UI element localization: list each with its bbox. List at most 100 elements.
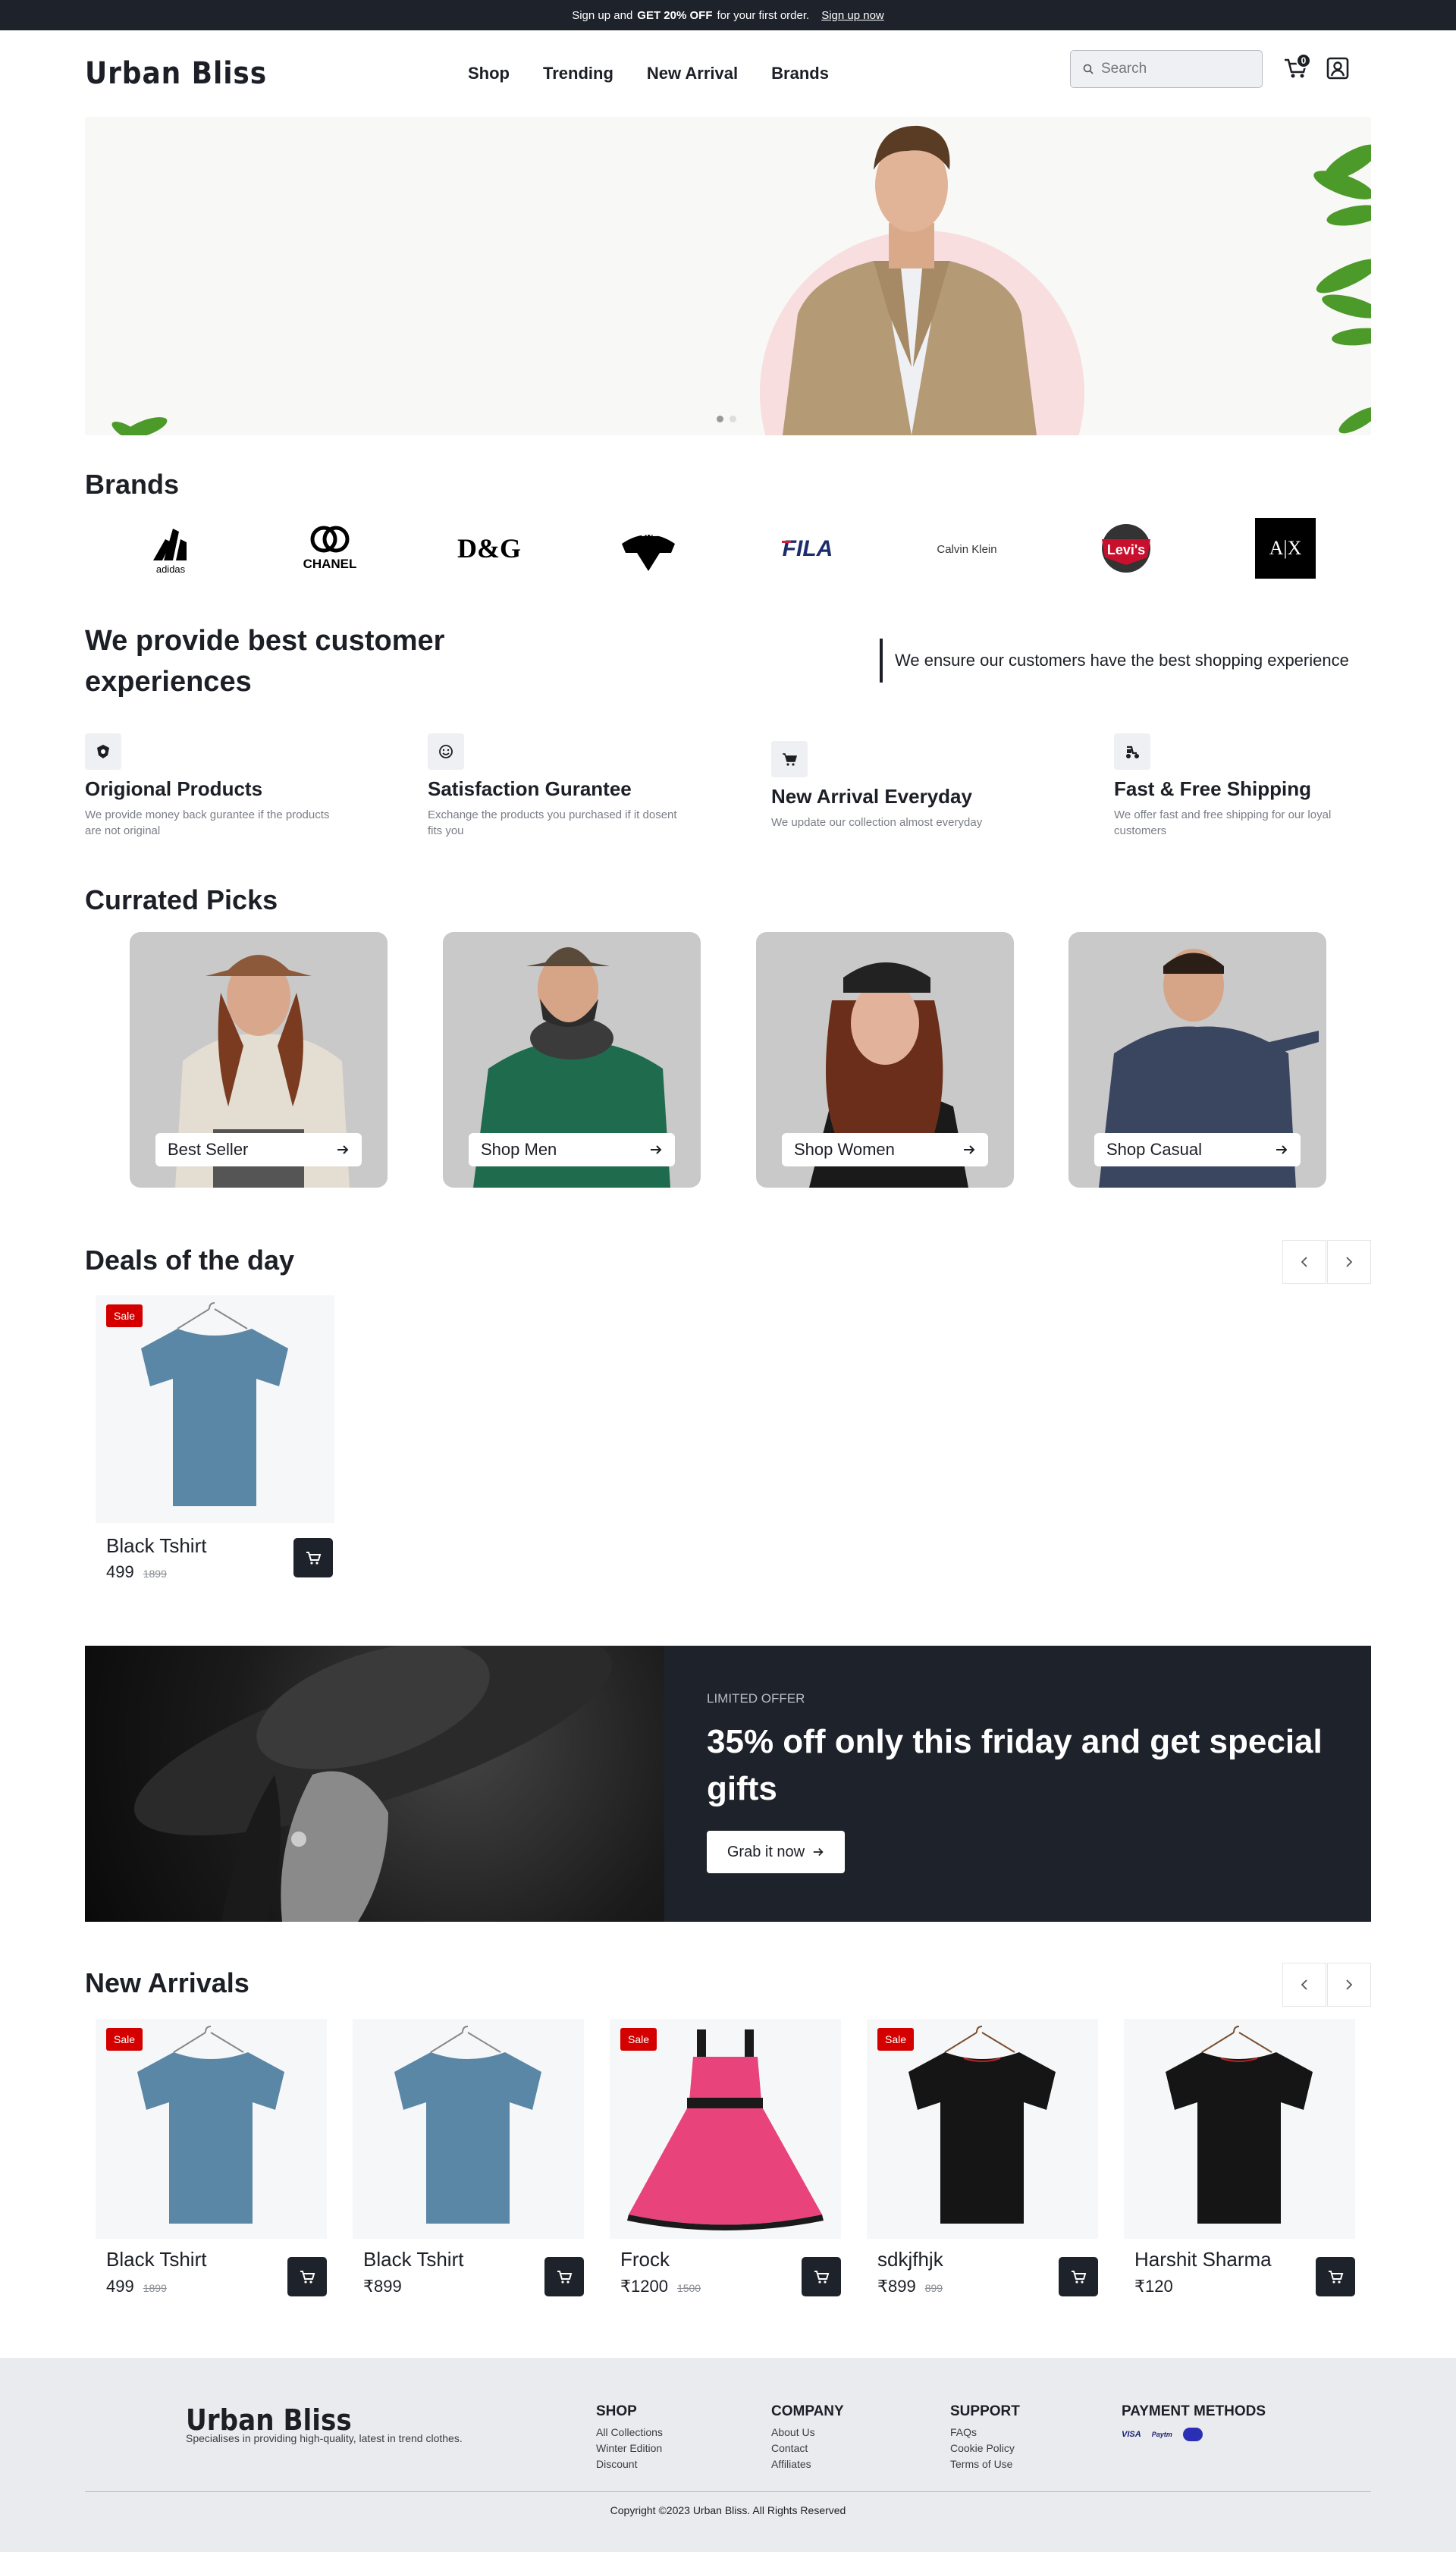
product-name[interactable]: sdkjfhjk: [877, 2248, 943, 2271]
search-box[interactable]: [1070, 50, 1263, 88]
feature-desc: Exchange the products you purchased if i…: [428, 808, 677, 837]
announcement-suffix: for your first order.: [717, 8, 810, 22]
brand-adidas[interactable]: adidas: [133, 516, 209, 580]
feature-title: Fast & Free Shipping: [1114, 777, 1312, 800]
pick-label: Best Seller: [168, 1140, 249, 1159]
deals-prev-button[interactable]: [1282, 1240, 1326, 1284]
product-price: ₹1200 1500: [620, 2277, 701, 2296]
brand-dg-label: D&G: [457, 533, 521, 563]
signup-link[interactable]: Sign up now: [821, 9, 884, 22]
arrival-product-card[interactable]: Black Tshirt ₹899: [353, 2019, 584, 2307]
nav-trending[interactable]: Trending: [543, 64, 613, 83]
site-logo[interactable]: Urban Bliss: [85, 56, 426, 91]
footer-col-payment: PAYMENT METHODS VISA Paytm: [1122, 2403, 1266, 2441]
shirt-image: [137, 2026, 284, 2224]
arrival-product-card[interactable]: Sale Frock ₹1200 1500: [610, 2019, 841, 2307]
chevron-left-icon: [1301, 1979, 1307, 1990]
brand-dockers[interactable]: DOCKERS: [610, 516, 686, 580]
product-image[interactable]: [353, 2019, 584, 2239]
product-image[interactable]: Sale: [96, 2019, 327, 2239]
product-name[interactable]: Frock: [620, 2248, 670, 2271]
grab-offer-button[interactable]: Grab it now: [707, 1831, 845, 1873]
announcement-prefix: Sign up and: [572, 8, 633, 22]
deal-product-card[interactable]: Sale Black Tshirt 499 1899: [96, 1295, 334, 1584]
brand-calvin-klein[interactable]: Calvin Klein: [929, 516, 1005, 580]
brand-chanel[interactable]: CHANEL: [292, 516, 368, 580]
nav-shop[interactable]: Shop: [468, 64, 510, 83]
scooter-icon: [1114, 733, 1150, 770]
footer-col-heading: SUPPORT: [950, 2403, 1020, 2419]
cart-icon: [1329, 2271, 1344, 2284]
footer-link[interactable]: Cookie Policy: [950, 2441, 1020, 2456]
brand-dockers-label: DOCKERS: [627, 529, 669, 538]
hero-model-image: [111, 125, 1371, 435]
product-image[interactable]: Sale: [96, 1295, 334, 1523]
pick-card-best-seller[interactable]: Best Seller: [130, 932, 388, 1188]
brand-levis[interactable]: Levi's: [1088, 516, 1164, 580]
product-current-price: ₹120: [1134, 2277, 1173, 2296]
brand-armani-exchange[interactable]: A|X: [1247, 516, 1323, 580]
pick-button[interactable]: Shop Casual: [1094, 1133, 1301, 1166]
pick-button[interactable]: Shop Men: [469, 1133, 675, 1166]
pick-button[interactable]: Best Seller: [155, 1133, 362, 1166]
product-image[interactable]: Sale: [867, 2019, 1098, 2239]
nav-new-arrival[interactable]: New Arrival: [647, 64, 738, 83]
footer-link[interactable]: FAQs: [950, 2425, 1020, 2441]
product-name[interactable]: Black Tshirt: [363, 2248, 463, 2271]
pick-label: Shop Casual: [1106, 1140, 1202, 1159]
add-to-cart-button[interactable]: [1059, 2257, 1098, 2296]
add-to-cart-button[interactable]: [1316, 2257, 1355, 2296]
product-current-price: ₹1200: [620, 2277, 668, 2296]
footer-col-support: SUPPORT FAQs Cookie Policy Terms of Use: [950, 2403, 1020, 2472]
pick-card-casual[interactable]: Shop Casual: [1068, 932, 1326, 1188]
carousel-dot[interactable]: [717, 416, 723, 422]
pick-card-men[interactable]: Shop Men: [443, 932, 701, 1188]
arrivals-title: New Arrivals: [85, 1967, 249, 1998]
add-to-cart-button[interactable]: [544, 2257, 584, 2296]
product-name[interactable]: Black Tshirt: [106, 1534, 206, 1558]
product-image[interactable]: [1124, 2019, 1355, 2239]
add-to-cart-button[interactable]: [293, 1538, 333, 1577]
sale-badge: Sale: [106, 2028, 143, 2051]
arrow-right-icon: [813, 1847, 824, 1857]
arrival-product-card[interactable]: Sale Black Tshirt 499 1899: [96, 2019, 327, 2307]
footer-link[interactable]: Affiliates: [771, 2456, 844, 2472]
brand-fila[interactable]: FILA: [770, 516, 846, 580]
arrival-product-card[interactable]: Harshit Sharma ₹120: [1124, 2019, 1355, 2307]
product-old-price: 899: [924, 2282, 943, 2294]
paytm-icon: Paytm: [1151, 2431, 1172, 2438]
search-input[interactable]: [1101, 61, 1245, 77]
visa-icon: VISA: [1122, 2430, 1141, 2439]
cart-button[interactable]: 0: [1279, 52, 1313, 85]
nav-brands[interactable]: Brands: [771, 64, 829, 83]
product-name[interactable]: Harshit Sharma: [1134, 2248, 1272, 2271]
footer-link[interactable]: All Collections: [596, 2425, 663, 2441]
brand-dg[interactable]: D&G: [451, 516, 527, 580]
pick-card-women[interactable]: Shop Women: [756, 932, 1014, 1188]
footer-link[interactable]: Terms of Use: [950, 2456, 1020, 2472]
product-current-price: 499: [106, 2277, 134, 2296]
account-button[interactable]: [1321, 52, 1354, 85]
cart-icon: [771, 741, 808, 777]
product-name[interactable]: Black Tshirt: [106, 2248, 206, 2271]
shirt-image: [908, 2026, 1056, 2224]
product-image[interactable]: Sale: [610, 2019, 841, 2239]
product-old-price: 1899: [143, 2282, 167, 2294]
footer-col-shop: SHOP All Collections Winter Edition Disc…: [596, 2403, 663, 2472]
carousel-dot[interactable]: [730, 416, 736, 422]
shirt-image: [141, 1302, 288, 1506]
arrivals-prev-button[interactable]: [1282, 1963, 1326, 2007]
arrival-product-card[interactable]: Sale sdkjfhjk ₹899 899: [867, 2019, 1098, 2307]
footer-link[interactable]: Winter Edition: [596, 2441, 663, 2456]
footer-link[interactable]: Discount: [596, 2456, 663, 2472]
arrivals-next-button[interactable]: [1327, 1963, 1371, 2007]
add-to-cart-button[interactable]: [287, 2257, 327, 2296]
hero-banner: [85, 117, 1371, 435]
feature-shipping: Fast & Free Shipping We offer fast and f…: [1114, 733, 1364, 839]
offer-image: [85, 1646, 664, 1922]
pick-button[interactable]: Shop Women: [782, 1133, 988, 1166]
deals-next-button[interactable]: [1327, 1240, 1371, 1284]
footer-link[interactable]: About Us: [771, 2425, 844, 2441]
add-to-cart-button[interactable]: [802, 2257, 841, 2296]
footer-link[interactable]: Contact: [771, 2441, 844, 2456]
